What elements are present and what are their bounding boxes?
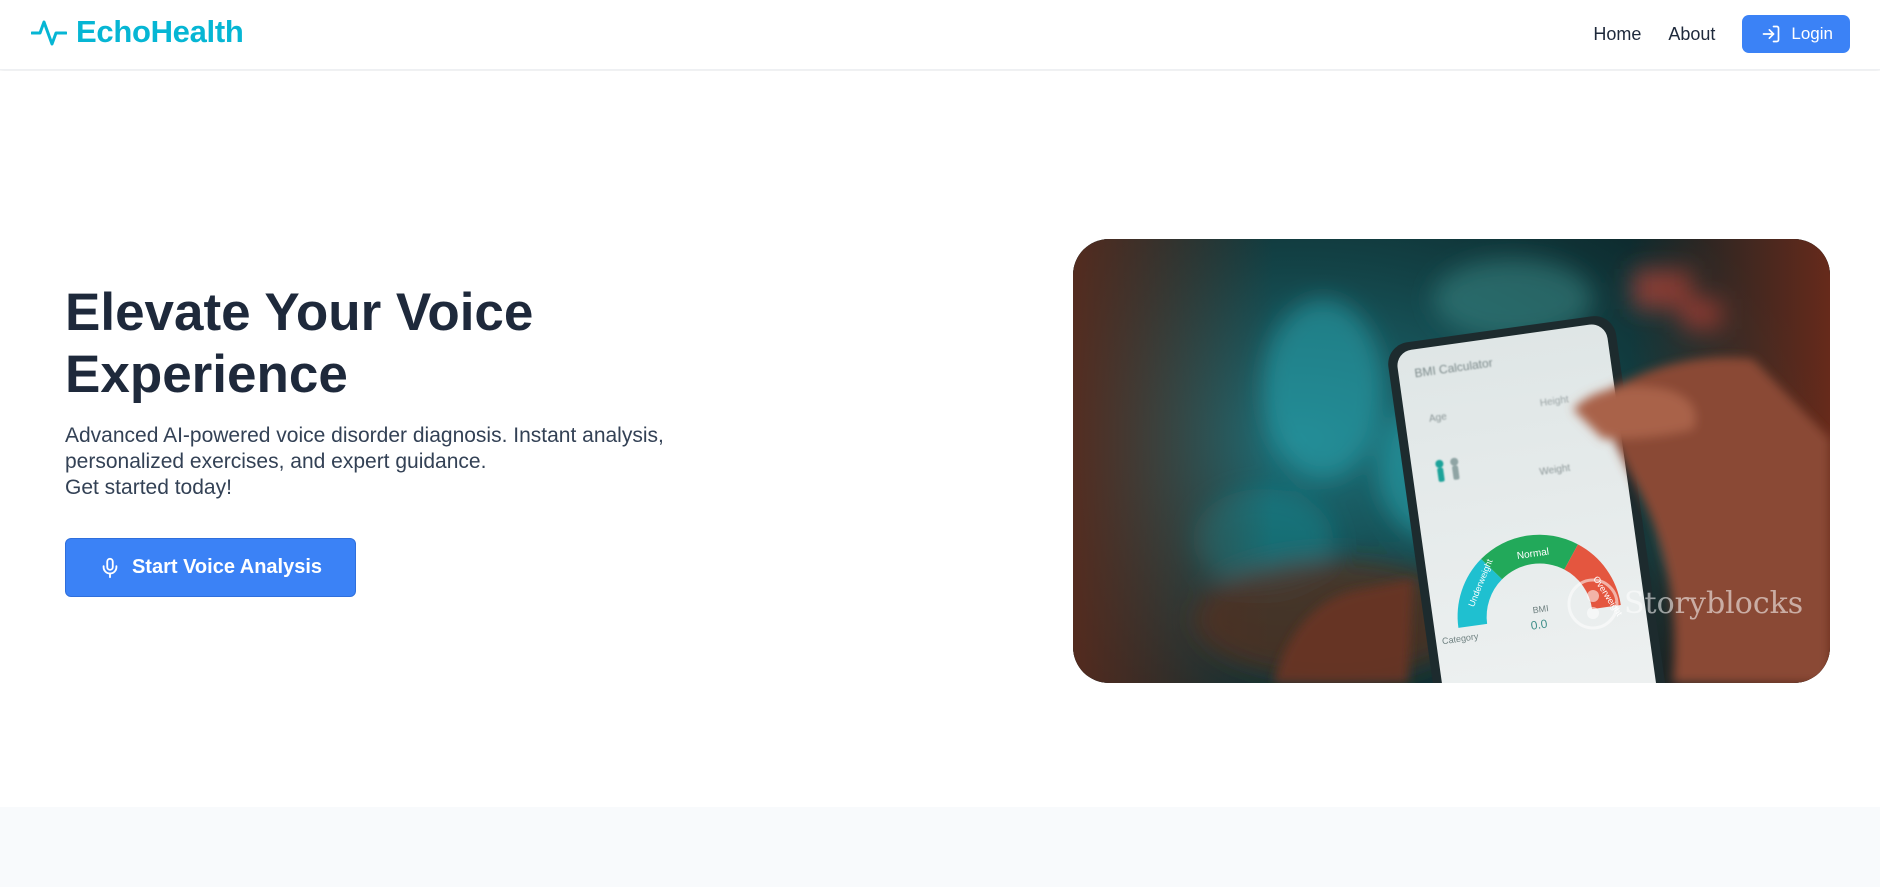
hero-subtitle-line: personalized exercises, and expert guida… (65, 450, 487, 473)
hero-section: Elevate Your Voice Experience Advanced A… (0, 71, 1880, 807)
login-button[interactable]: Login (1742, 15, 1850, 53)
top-navbar: EchoHealth Home About Login (0, 0, 1880, 70)
hero-subtitle-line: Advanced AI-powered voice disorder diagn… (65, 424, 664, 447)
lower-section (0, 807, 1880, 887)
nav-about-link[interactable]: About (1668, 24, 1715, 45)
hero-subtitle-line: Get started today! (65, 476, 232, 499)
watermark-text: Storyblocks (1624, 586, 1803, 621)
pulse-icon (31, 20, 67, 46)
hero-subtitle: Advanced AI-powered voice disorder diagn… (65, 423, 765, 501)
login-arrow-icon (1763, 25, 1780, 43)
brand-name: EchoHealth (76, 14, 244, 49)
bmi-value: 0.0 (1530, 616, 1549, 632)
start-voice-analysis-label: Start Voice Analysis (131, 556, 323, 578)
hero-title: Elevate Your Voice Experience (65, 283, 534, 404)
phone-bmi-photo: BMI Calculator Age Height Weight Underwe… (1073, 239, 1830, 683)
microphone-icon (102, 557, 118, 578)
hero-image: BMI Calculator Age Height Weight Underwe… (1073, 239, 1830, 683)
nav-links: Home About Login (1593, 15, 1850, 53)
brand-logo[interactable]: EchoHealth (31, 14, 244, 50)
login-label: Login (1791, 24, 1833, 43)
nav-home-link[interactable]: Home (1593, 24, 1641, 45)
start-voice-analysis-button[interactable]: Start Voice Analysis (65, 538, 356, 597)
